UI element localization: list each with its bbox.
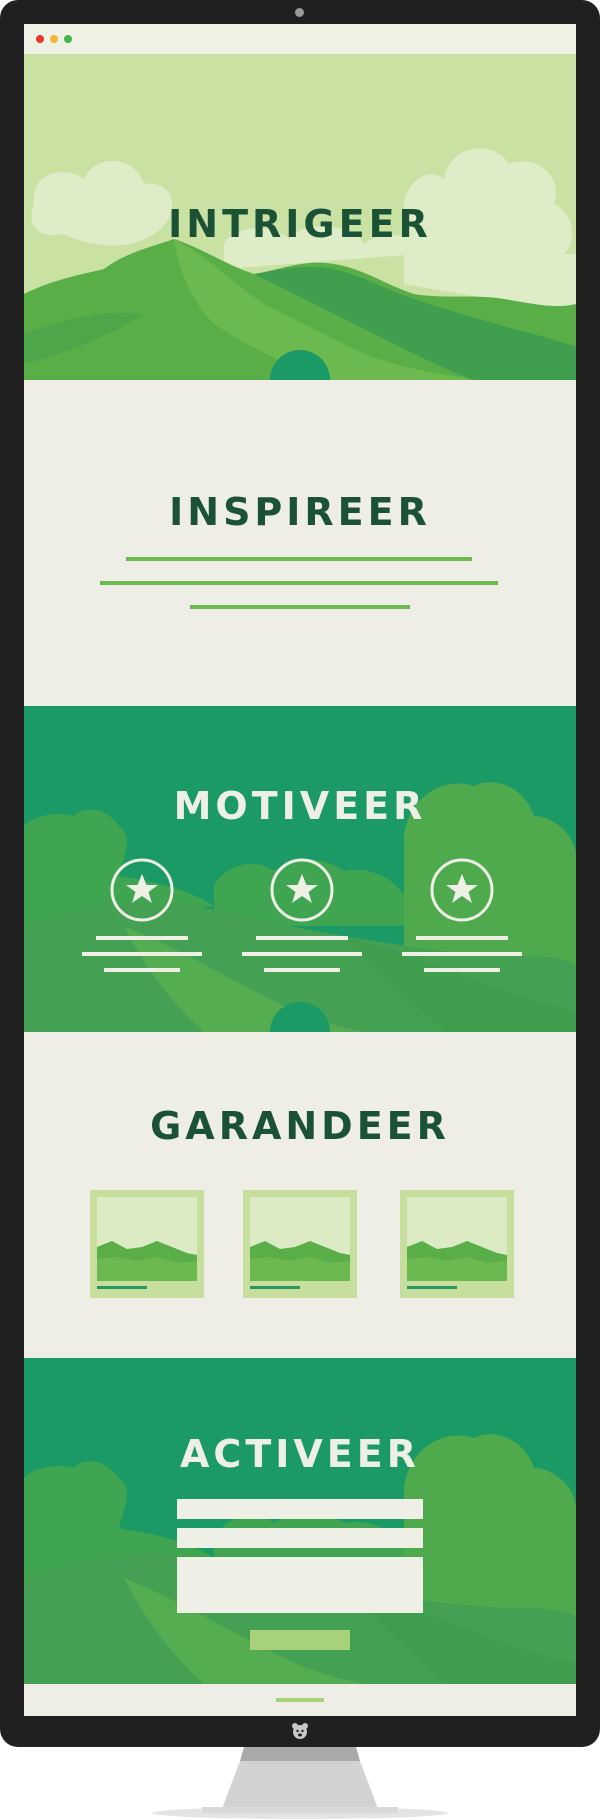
feature-text-line <box>96 936 188 940</box>
browser-toolbar <box>24 24 576 54</box>
feature-text-line <box>416 936 508 940</box>
close-window-button[interactable] <box>36 35 44 43</box>
feature-text-line <box>82 952 202 956</box>
footer-line <box>276 1698 324 1702</box>
browser-screen: INTRIGEER INSPIREER MOTIVEER GARANDEER A… <box>24 24 576 1716</box>
gallery-image[interactable] <box>400 1190 514 1298</box>
caption-line <box>97 1286 147 1289</box>
feature-text-line <box>264 968 340 972</box>
email-input[interactable] <box>177 1528 423 1548</box>
feature-item <box>402 856 522 976</box>
feature-item <box>82 856 202 976</box>
feature-text-line <box>104 968 180 972</box>
image-placeholder-icon <box>250 1197 350 1281</box>
gallery-image[interactable] <box>90 1190 204 1298</box>
star-icon <box>110 858 174 922</box>
feature-text-line <box>402 952 522 956</box>
caption-line <box>407 1286 457 1289</box>
star-icon <box>430 858 494 922</box>
feature-text-line <box>256 936 348 940</box>
section-activeer: ACTIVEER <box>24 1358 576 1684</box>
submit-button[interactable] <box>250 1630 350 1650</box>
text-line-3 <box>190 605 410 609</box>
camera-icon <box>295 8 304 17</box>
feature-text-line <box>424 968 500 972</box>
text-line-2 <box>100 581 498 585</box>
name-input[interactable] <box>177 1499 423 1519</box>
section-title-motiveer: MOTIVEER <box>173 784 427 828</box>
minimize-window-button[interactable] <box>50 35 58 43</box>
section-inspireer: INSPIREER <box>24 380 576 706</box>
feature-text-line <box>242 952 362 956</box>
message-textarea[interactable] <box>177 1557 423 1613</box>
caption-line <box>250 1286 300 1289</box>
maximize-window-button[interactable] <box>64 35 72 43</box>
section-motiveer: MOTIVEER <box>24 706 576 1032</box>
gallery-image[interactable] <box>243 1190 357 1298</box>
text-line-1 <box>126 557 472 561</box>
section-garandeer: GARANDEER <box>24 1032 576 1358</box>
image-placeholder-icon <box>97 1197 197 1281</box>
monitor-stand <box>152 1747 448 1819</box>
feature-item <box>242 856 362 976</box>
section-title-intrigeer: INTRIGEER <box>168 202 432 246</box>
monitor-frame: INTRIGEER INSPIREER MOTIVEER GARANDEER A… <box>0 0 600 1747</box>
bear-logo-icon <box>292 1723 308 1739</box>
image-placeholder-icon <box>407 1197 507 1281</box>
section-title-inspireer: INSPIREER <box>169 490 431 534</box>
section-intrigeer: INTRIGEER <box>24 54 576 380</box>
section-title-garandeer: GARANDEER <box>150 1104 450 1148</box>
section-title-activeer: ACTIVEER <box>180 1432 420 1476</box>
star-icon <box>270 858 334 922</box>
